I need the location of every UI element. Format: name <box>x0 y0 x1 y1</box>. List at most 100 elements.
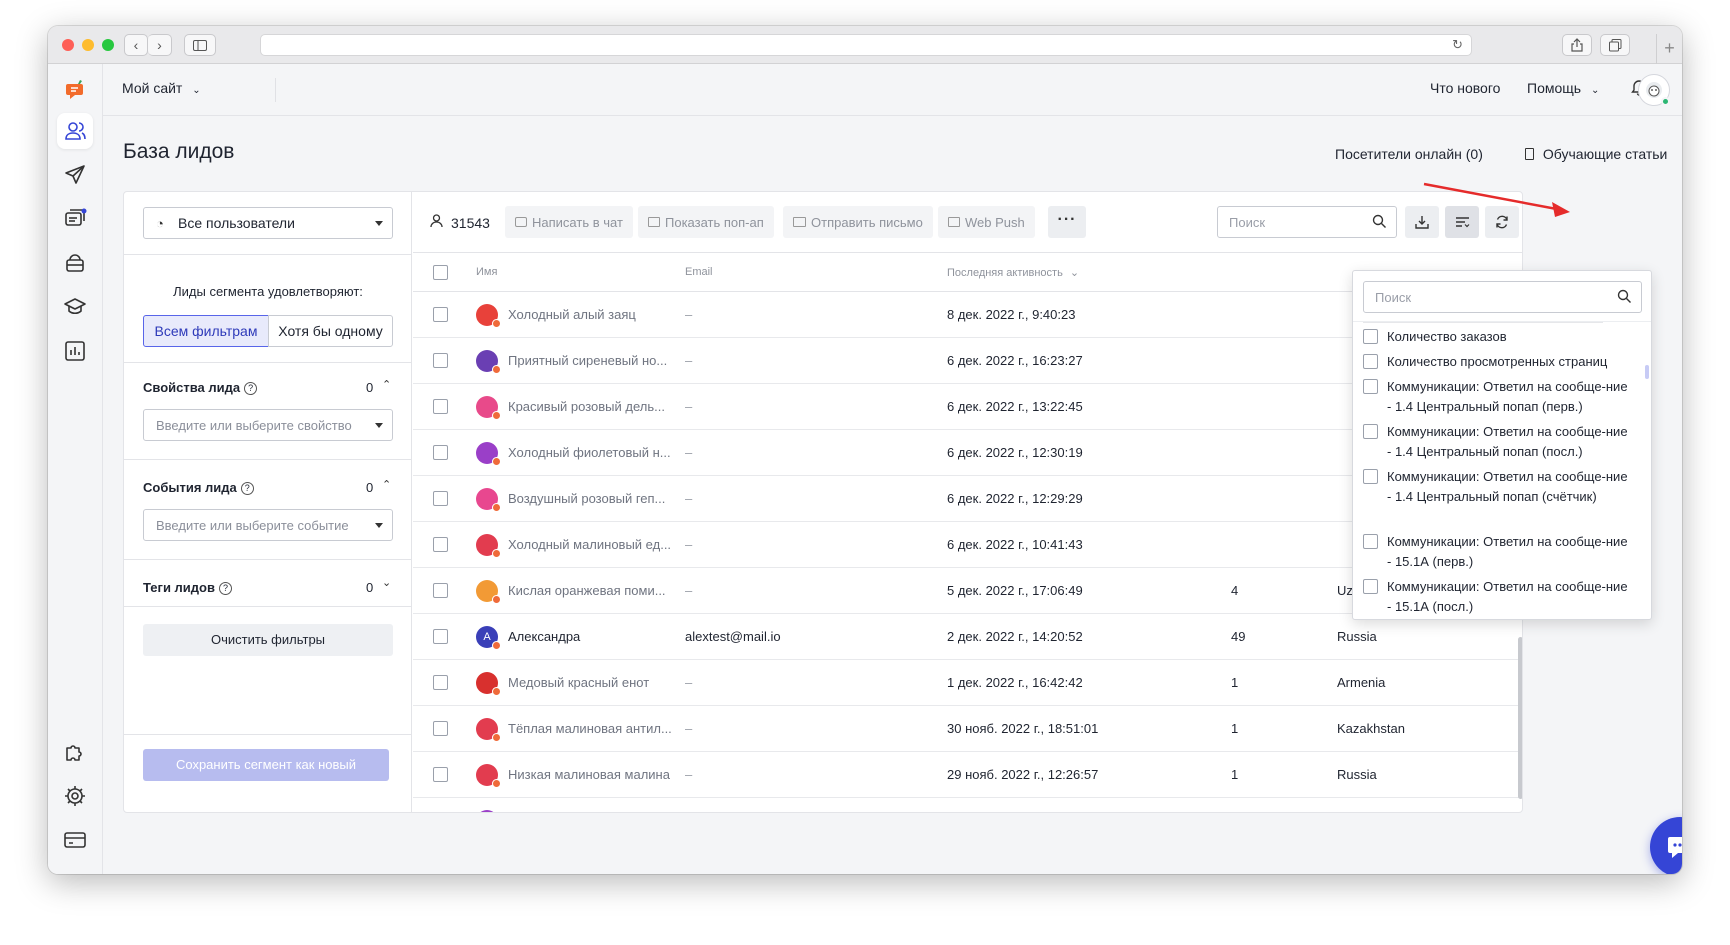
sidebar-toggle-button[interactable] <box>184 34 216 56</box>
sidebar-item-campaigns[interactable] <box>57 157 93 193</box>
table-row[interactable]: Медовый красный енот – 1 дек. 2022 г., 16:… <box>413 660 1522 706</box>
minimize-window-button[interactable] <box>82 39 94 51</box>
row-checkbox[interactable] <box>433 675 448 690</box>
close-window-button[interactable] <box>62 39 74 51</box>
col-name-header[interactable]: Имя <box>476 266 497 278</box>
ellipsis-icon: ··· <box>1057 211 1077 228</box>
sidebar-item-leads[interactable] <box>57 113 93 149</box>
table-row[interactable]: Приятная фиолетовая со...–29 нояб. 2022 … <box>413 798 1522 812</box>
sidebar-item-settings[interactable] <box>57 778 93 814</box>
lead-name[interactable]: Приятный сиреневый но... <box>508 353 667 368</box>
row-checkbox[interactable] <box>433 491 448 506</box>
sidebar-item-conversations[interactable] <box>57 201 93 237</box>
row-checkbox[interactable] <box>433 399 448 414</box>
forward-button[interactable]: › <box>148 34 172 56</box>
lead-avatar <box>476 580 501 604</box>
whats-new-link[interactable]: Что нового <box>1430 80 1500 96</box>
help-icon[interactable]: ? <box>244 382 258 395</box>
zoom-window-button[interactable] <box>102 39 114 51</box>
row-checkbox[interactable] <box>433 767 448 782</box>
lead-name[interactable]: Кислая оранжевая поми... <box>508 583 666 598</box>
column-option-checkbox[interactable] <box>1363 579 1378 594</box>
row-checkbox[interactable] <box>433 353 448 368</box>
chevron-up-icon[interactable]: ⌃ <box>382 378 391 391</box>
column-option-checkbox[interactable] <box>1363 469 1378 484</box>
segment-select[interactable]: ◔ Все пользователи <box>143 207 393 239</box>
sidebar-item-bots[interactable] <box>57 245 93 281</box>
user-avatar[interactable] <box>1638 74 1670 106</box>
table-scrollbar[interactable] <box>1518 637 1522 799</box>
table-row[interactable]: Низкая малиновая малина – 29 нояб. 2022 г.… <box>413 752 1522 798</box>
row-checkbox[interactable] <box>433 537 448 552</box>
share-button[interactable] <box>1562 34 1592 56</box>
new-tab-button[interactable]: + <box>1656 34 1682 64</box>
lead-event-select[interactable]: Введите или выберите событие <box>143 509 393 541</box>
address-bar[interactable]: ↻ <box>260 34 1472 56</box>
columns-search-input[interactable]: Поиск <box>1363 281 1642 313</box>
row-checkbox[interactable] <box>433 307 448 322</box>
clear-filters-button[interactable]: Очистить фильтры <box>143 624 393 656</box>
chevron-right-icon: › <box>157 37 162 53</box>
lead-events-title: События лида? <box>143 480 254 495</box>
lead-events-label: События лида <box>143 480 237 495</box>
tabs-overview-button[interactable] <box>1600 34 1630 56</box>
sidebar-item-academy[interactable] <box>57 289 93 325</box>
column-option-checkbox[interactable] <box>1363 329 1378 344</box>
lead-property-select[interactable]: Введите или выберите свойство <box>143 409 393 441</box>
lead-name[interactable]: Тёплая малиновая антил... <box>508 721 672 736</box>
match-any-toggle[interactable]: Хотя бы одному <box>268 315 393 347</box>
col-last-activity-header[interactable]: Последняя активность ⌄ <box>947 266 1079 279</box>
support-chat-button[interactable] <box>1650 817 1682 874</box>
help-menu[interactable]: Помощь ⌄ <box>1527 80 1599 96</box>
row-checkbox[interactable] <box>433 629 448 644</box>
row-checkbox[interactable] <box>433 583 448 598</box>
show-popup-button[interactable]: Показать поп-ап <box>638 206 774 238</box>
lead-name[interactable]: Красивый розовый дель... <box>508 399 665 414</box>
lead-avatar <box>476 304 501 328</box>
write-chat-button[interactable]: Написать в чат <box>505 206 633 238</box>
lead-name[interactable]: Холодный алый заяц <box>508 307 636 322</box>
col-email-header[interactable]: Email <box>685 266 713 278</box>
column-option-checkbox[interactable] <box>1363 534 1378 549</box>
table-row[interactable]: А Александра alextest@mail.io 2 дек. 2022 г… <box>413 614 1522 660</box>
more-actions-button[interactable]: ··· <box>1048 206 1086 238</box>
back-button[interactable]: ‹ <box>124 34 148 56</box>
column-option-checkbox[interactable] <box>1363 379 1378 394</box>
column-option-checkbox[interactable] <box>1363 354 1378 369</box>
table-row[interactable]: Тёплая малиновая антил... – 30 нояб. 2022 … <box>413 706 1522 752</box>
sidebar-item-billing[interactable] <box>57 822 93 858</box>
row-checkbox[interactable] <box>433 445 448 460</box>
help-icon[interactable]: ? <box>218 582 232 595</box>
lead-name[interactable]: Медовый красный енот <box>508 675 649 690</box>
lead-events-count: 0 <box>366 480 374 495</box>
web-push-button[interactable]: Web Push <box>938 206 1035 238</box>
row-checkbox[interactable] <box>433 721 448 736</box>
refresh-button[interactable] <box>1485 206 1519 238</box>
tutorials-link[interactable]: Обучающие статьи <box>1525 146 1667 162</box>
lead-name[interactable]: Александра <box>508 629 580 644</box>
help-icon[interactable]: ? <box>240 482 254 495</box>
site-selector[interactable]: Мой сайт ⌄ <box>122 80 201 96</box>
match-all-toggle[interactable]: Всем фильтрам <box>143 315 269 347</box>
reload-icon[interactable]: ↻ <box>1452 37 1463 53</box>
app-logo[interactable] <box>57 72 93 108</box>
column-option-checkbox[interactable] <box>1363 424 1378 439</box>
visitors-online-link[interactable]: Посетители онлайн (0) <box>1335 146 1483 162</box>
leads-search-input[interactable]: Поиск <box>1217 206 1397 238</box>
lead-name[interactable]: Холодный малиновый ед... <box>508 537 671 552</box>
lead-name[interactable]: Воздушный розовый геп... <box>508 491 665 506</box>
sidebar-item-integrations[interactable] <box>57 734 93 770</box>
send-email-button[interactable]: Отправить письмо <box>783 206 933 238</box>
sidebar-item-reports[interactable] <box>57 333 93 369</box>
export-button[interactable] <box>1405 206 1439 238</box>
select-all-checkbox[interactable] <box>433 265 448 280</box>
chevron-up-icon[interactable]: ⌃ <box>382 478 391 491</box>
lead-name[interactable]: Холодный фиолетовый н... <box>508 445 671 460</box>
save-segment-button[interactable]: Сохранить сегмент как новый <box>143 749 389 781</box>
chevron-down-icon[interactable]: ⌄ <box>382 576 391 589</box>
lead-session-count: 1 <box>1231 675 1239 690</box>
columns-list-scrollbar[interactable] <box>1645 365 1649 379</box>
lead-email: – <box>685 445 693 460</box>
columns-settings-button[interactable] <box>1445 206 1479 238</box>
lead-name[interactable]: Низкая малиновая малина <box>508 767 670 782</box>
